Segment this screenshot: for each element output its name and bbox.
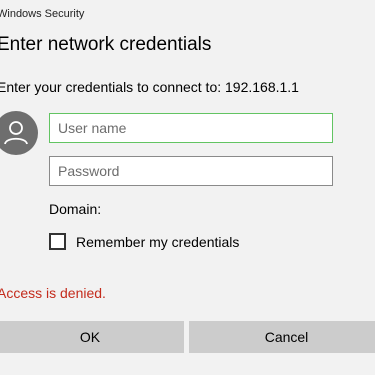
window-title: Windows Security	[0, 8, 85, 20]
connection-prompt: Enter your credentials to connect to: 19…	[0, 79, 299, 95]
dialog-heading: Enter network credentials	[0, 34, 212, 55]
error-message: Access is denied.	[0, 285, 106, 301]
credentials-dialog: Windows Security Enter network credentia…	[0, 0, 375, 375]
user-icon	[0, 111, 38, 155]
password-input[interactable]	[49, 156, 333, 186]
domain-label: Domain:	[49, 201, 102, 217]
username-input[interactable]	[49, 113, 333, 143]
cancel-button-label: Cancel	[264, 329, 309, 345]
cancel-button[interactable]: Cancel	[189, 321, 375, 353]
remember-credentials-label: Remember my credentials	[76, 233, 240, 250]
ok-button-label: OK	[79, 329, 101, 345]
remember-credentials-checkbox[interactable]: Remember my credentials	[49, 233, 239, 250]
ok-button[interactable]: OK	[0, 321, 184, 353]
checkbox-box[interactable]	[49, 233, 66, 250]
